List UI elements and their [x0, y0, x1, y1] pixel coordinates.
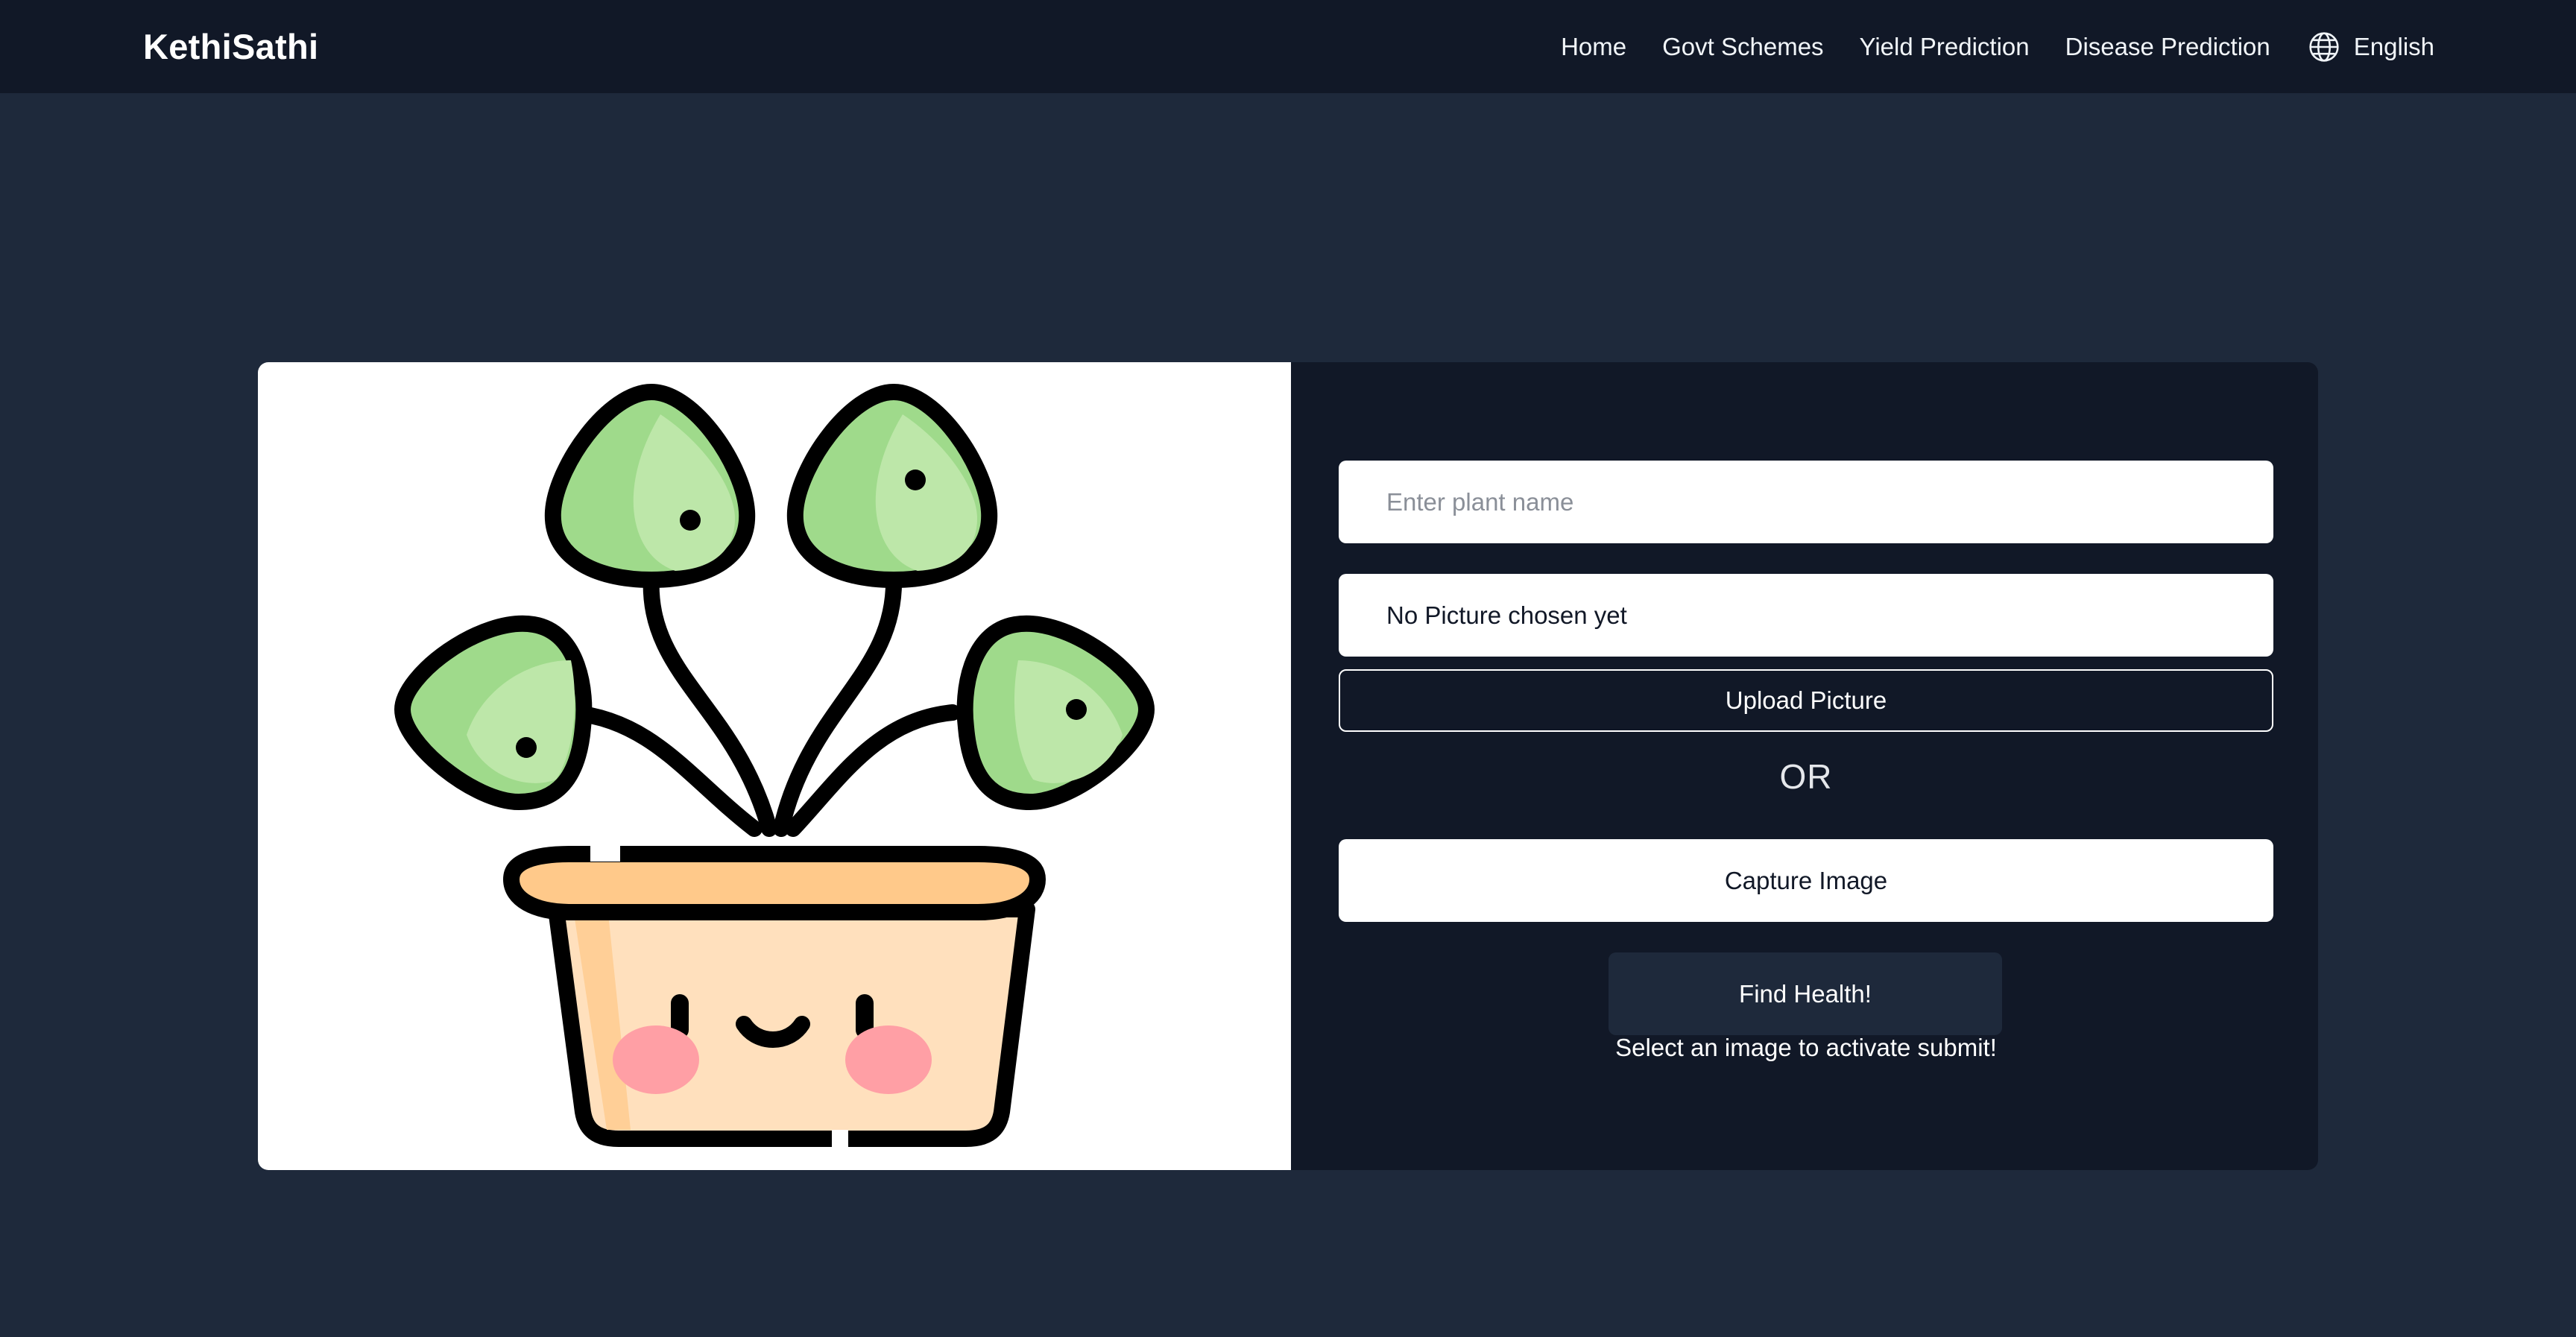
top-navbar: KethiSathi Home Govt Schemes Yield Predi… [0, 0, 2576, 93]
language-label: English [2353, 32, 2434, 60]
nav-link-home[interactable]: Home [1561, 33, 1626, 61]
find-health-button[interactable]: Find Health! [1609, 952, 2002, 1035]
language-selector[interactable]: English [2308, 31, 2434, 63]
prediction-form: No Picture chosen yet Upload Picture OR … [1291, 362, 2318, 1170]
brand-logo[interactable]: KethiSathi [143, 0, 318, 93]
submit-hint: Select an image to activate submit! [1615, 1034, 1997, 1061]
nav-link-yield-prediction[interactable]: Yield Prediction [1860, 33, 2030, 61]
potted-plant-illustration [394, 384, 1155, 1148]
or-separator: OR [1779, 757, 1833, 796]
disease-prediction-card: No Picture chosen yet Upload Picture OR … [258, 362, 2318, 1170]
upload-picture-button[interactable]: Upload Picture [1339, 669, 2273, 732]
nav-links: Home Govt Schemes Yield Prediction Disea… [1525, 0, 2434, 93]
nav-link-disease-prediction[interactable]: Disease Prediction [2065, 33, 2270, 61]
file-status-field: No Picture chosen yet [1339, 574, 2273, 657]
plant-name-input[interactable] [1339, 461, 2273, 543]
capture-image-button[interactable]: Capture Image [1339, 839, 2273, 922]
globe-icon [2309, 31, 2339, 62]
nav-link-govt-schemes[interactable]: Govt Schemes [1662, 33, 1823, 61]
illustration-panel [258, 362, 1291, 1170]
